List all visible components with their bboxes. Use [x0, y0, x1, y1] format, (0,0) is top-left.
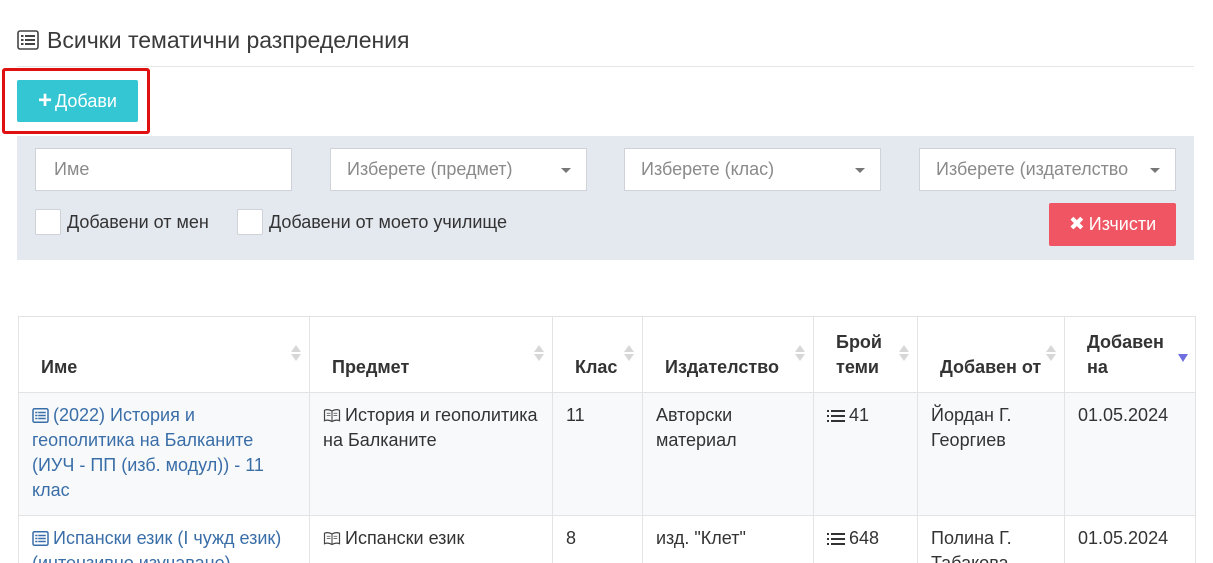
table-row: Испански език (I чужд език) (интензивно …: [18, 515, 1196, 563]
row-topics: 41: [849, 405, 870, 425]
column-header-class[interactable]: Клас: [552, 316, 643, 393]
clear-button-label: Изчисти: [1088, 214, 1157, 234]
column-header-subject[interactable]: Предмет: [309, 316, 553, 393]
cell-class: 11: [552, 392, 643, 516]
book-icon: [323, 532, 341, 546]
row-name-link[interactable]: Испански език (I чужд език) (интензивно …: [32, 528, 281, 563]
plus-icon: +: [38, 87, 53, 114]
cell-topics: 648: [813, 515, 918, 563]
title-divider: [17, 66, 1194, 67]
cell-class: 8: [552, 515, 643, 563]
sort-icon: [899, 345, 909, 363]
column-header-label: Предмет: [332, 357, 410, 377]
added-by-school-checkbox[interactable]: [237, 209, 263, 235]
row-topics: 648: [849, 528, 880, 548]
added-by-me-option[interactable]: Добавени от мен: [35, 209, 209, 235]
page: Всички тематични разпределения + Добави …: [0, 0, 1213, 563]
class-select-text: Изберете (клас): [641, 159, 775, 179]
distributions-table: Име Предмет Клас Издателство Брой теми Д…: [18, 316, 1196, 563]
table-header-row: Име Предмет Клас Издателство Брой теми Д…: [18, 316, 1196, 393]
ordered-list-icon: [827, 410, 845, 422]
list-alt-icon: [17, 30, 39, 50]
added-by-school-label: Добавени от моето училище: [269, 211, 507, 232]
class-select[interactable]: Изберете (клас): [624, 148, 881, 191]
subject-select-text: Изберете (предмет): [347, 159, 513, 179]
add-button-label: Добави: [55, 90, 117, 111]
cell-subject: История и геополитика на Балканите: [309, 392, 553, 516]
cell-name: Испански език (I чужд език) (интензивно …: [18, 515, 310, 563]
column-header-label: Издателство: [665, 357, 779, 377]
column-header-added-by[interactable]: Добавен от: [917, 316, 1065, 393]
cell-publisher: Авторски материал: [642, 392, 814, 516]
clear-button[interactable]: ✖ Изчисти: [1049, 203, 1176, 246]
publisher-select[interactable]: Изберете (издателство: [919, 148, 1176, 191]
column-header-label: Клас: [575, 357, 618, 377]
sort-icon: [795, 345, 805, 363]
row-subject: Испански език: [345, 528, 465, 548]
cell-publisher: изд. "Клет": [642, 515, 814, 563]
column-header-topics[interactable]: Брой теми: [813, 316, 918, 393]
list-alt-icon: [32, 408, 49, 423]
added-by-me-checkbox[interactable]: [35, 209, 61, 235]
column-header-label: Брой теми: [836, 332, 882, 377]
ordered-list-icon: [827, 533, 845, 545]
cell-name: (2022) История и геополитика на Балканит…: [18, 392, 310, 516]
table-row: (2022) История и геополитика на Балканит…: [18, 392, 1196, 516]
close-icon: ✖: [1068, 214, 1085, 235]
cell-added-on: 01.05.2024: [1064, 515, 1196, 563]
sort-icon: [1046, 345, 1056, 363]
chevron-down-icon: [561, 168, 571, 173]
sort-icon: [624, 345, 634, 363]
cell-subject: Испански език: [309, 515, 553, 563]
row-subject: История и геополитика на Балканите: [323, 405, 538, 450]
added-by-school-option[interactable]: Добавени от моето училище: [237, 209, 507, 235]
cell-added-on: 01.05.2024: [1064, 392, 1196, 516]
page-title: Всички тематични разпределения: [47, 26, 410, 53]
sort-desc-icon: [1178, 354, 1188, 362]
column-header-label: Добавен на: [1087, 332, 1164, 377]
sort-icon: [534, 345, 544, 363]
cell-added-by: Полина Г. Табакова: [917, 515, 1065, 563]
sort-icon: [291, 345, 301, 363]
row-name-link[interactable]: (2022) История и геополитика на Балканит…: [32, 405, 264, 500]
column-header-publisher[interactable]: Издателство: [642, 316, 814, 393]
name-filter-input[interactable]: [52, 158, 291, 181]
page-header: Всички тематични разпределения: [17, 24, 410, 56]
column-header-added-on[interactable]: Добавен на: [1064, 316, 1196, 393]
chevron-down-icon: [1150, 168, 1160, 173]
cell-added-by: Йордан Г. Георгиев: [917, 392, 1065, 516]
chevron-down-icon: [855, 168, 865, 173]
book-icon: [323, 409, 341, 423]
publisher-select-text: Изберете (издателство: [936, 159, 1129, 179]
subject-select[interactable]: Изберете (предмет): [330, 148, 587, 191]
cell-topics: 41: [813, 392, 918, 516]
add-button[interactable]: + Добави: [17, 80, 138, 122]
column-header-label: Име: [41, 357, 78, 377]
name-filter-field[interactable]: [35, 148, 292, 191]
column-header-label: Добавен от: [940, 357, 1042, 377]
column-header-name[interactable]: Име: [18, 316, 310, 393]
added-by-me-label: Добавени от мен: [67, 211, 209, 232]
filter-panel: Изберете (предмет) Изберете (клас) Избер…: [17, 136, 1194, 260]
list-alt-icon: [32, 531, 49, 546]
